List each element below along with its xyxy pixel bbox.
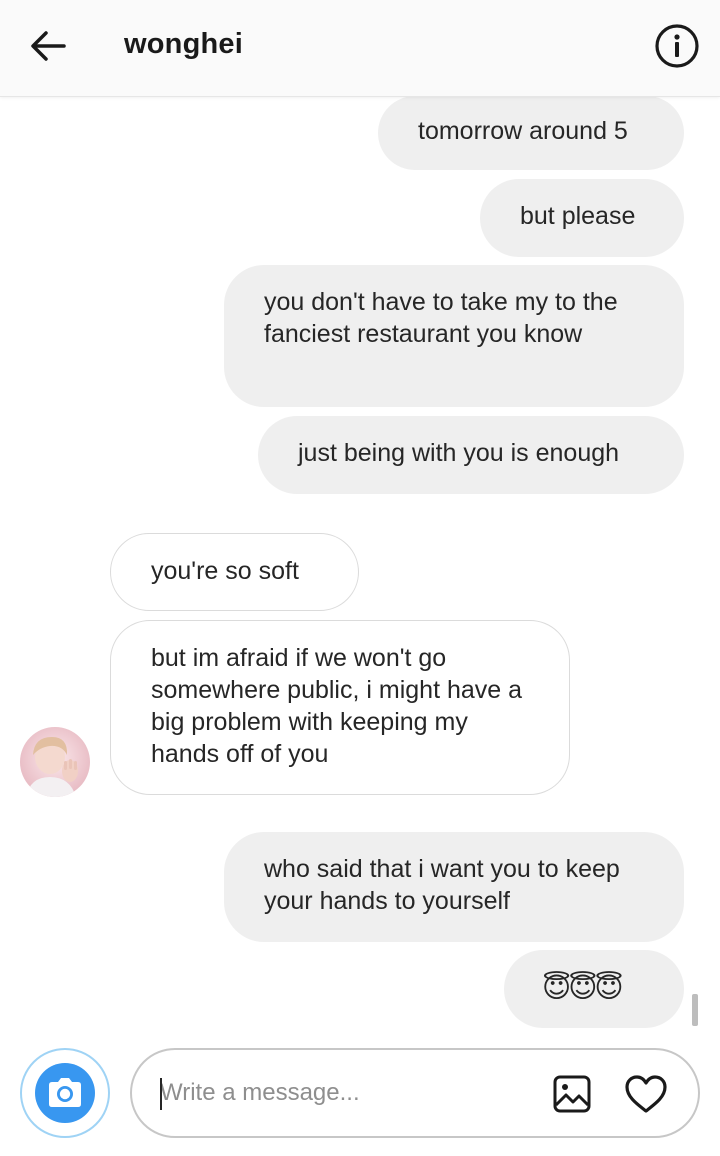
message-text: you don't have to take my to the fancies… [264,288,618,348]
like-button[interactable] [622,1070,670,1118]
arrow-left-icon [31,31,66,61]
gallery-button[interactable] [550,1072,594,1116]
conversation-title[interactable]: wonghei [124,28,243,61]
sent-message[interactable]: who said that i want you to keep your ha… [224,832,684,942]
camera-button-fill [35,1063,95,1123]
sent-message[interactable]: you don't have to take my to the fancies… [224,265,684,407]
info-icon [655,24,699,68]
text-caret [160,1078,162,1110]
sent-message[interactable]: 😇😇😇 [504,950,684,1028]
message-text: who said that i want you to keep your ha… [264,855,620,915]
message-input-container [130,1048,700,1138]
message-thread[interactable]: tomorrow around 5 but please you don't h… [0,97,720,1033]
contact-avatar[interactable] [20,727,90,797]
sent-message[interactable]: just being with you is enough [258,416,684,494]
camera-icon [49,1078,81,1107]
back-button[interactable] [26,24,70,68]
message-text: tomorrow around 5 [418,117,628,145]
message-text: just being with you is enough [298,439,620,467]
emoji-text: 😇😇😇 [542,972,624,1003]
image-icon [553,1075,591,1113]
received-message[interactable]: but im afraid if we won't go somewhere p… [110,620,570,795]
message-composer [0,1033,720,1156]
received-message[interactable]: you're so soft [110,533,359,611]
message-input[interactable] [160,1072,530,1114]
camera-button[interactable] [20,1048,110,1138]
avatar-photo [20,727,90,797]
scrollbar[interactable] [692,994,698,1026]
sent-message[interactable]: tomorrow around 5 [378,97,684,170]
message-text: but please [520,202,636,230]
message-text: you're so soft [151,557,299,585]
message-text: but im afraid if we won't go somewhere p… [151,644,523,768]
chat-header: wonghei [0,0,720,97]
sent-message[interactable]: but please [480,179,684,257]
heart-icon [625,1075,667,1113]
info-button[interactable] [654,23,700,69]
